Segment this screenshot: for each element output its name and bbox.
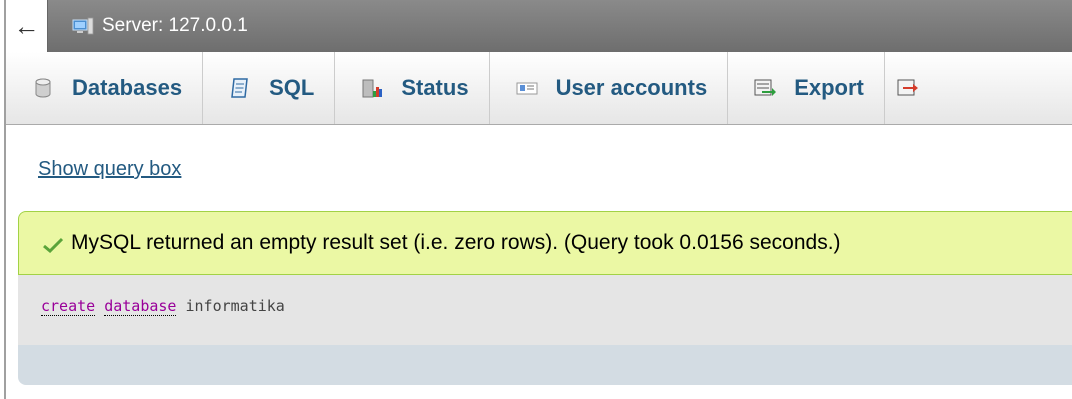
sql-query-display: create database informatika (18, 275, 1072, 345)
tab-label: User accounts (555, 75, 708, 100)
success-message-text: MySQL returned an empty result set (i.e.… (71, 231, 841, 254)
sql-keyword-database[interactable]: database (104, 297, 177, 316)
server-breadcrumb-bar: ← Server: 127.0.0.1 (6, 0, 1072, 52)
status-icon (362, 79, 383, 98)
tab-label: Status (401, 75, 469, 100)
check-icon (43, 237, 63, 253)
tab-import-partial[interactable] (885, 52, 957, 124)
database-icon (35, 78, 51, 98)
import-icon (897, 79, 918, 96)
tab-label: Export (794, 75, 864, 100)
tab-label: SQL (269, 75, 315, 100)
sql-icon (231, 78, 248, 98)
show-query-box-link[interactable]: Show query box (38, 158, 181, 181)
main-tabs: Databases SQL Status User accounts Expor… (6, 52, 1072, 125)
server-icon (72, 17, 94, 35)
sql-identifier: informatika (185, 297, 285, 315)
tab-user-accounts[interactable]: User accounts (490, 52, 729, 124)
query-options-bar (18, 345, 1072, 385)
back-arrow-icon[interactable]: ← (6, 0, 48, 52)
tab-label: Databases (72, 75, 183, 100)
user-accounts-icon (516, 82, 538, 95)
sql-keyword-create[interactable]: create (41, 297, 96, 316)
export-icon (754, 79, 777, 96)
tab-databases[interactable]: Databases (6, 52, 204, 124)
tab-export[interactable]: Export (728, 52, 885, 124)
success-message-box: MySQL returned an empty result set (i.e.… (18, 211, 1072, 275)
server-title[interactable]: Server: 127.0.0.1 (102, 15, 248, 37)
tab-sql[interactable]: SQL (203, 52, 336, 124)
tab-status[interactable]: Status (335, 52, 490, 124)
